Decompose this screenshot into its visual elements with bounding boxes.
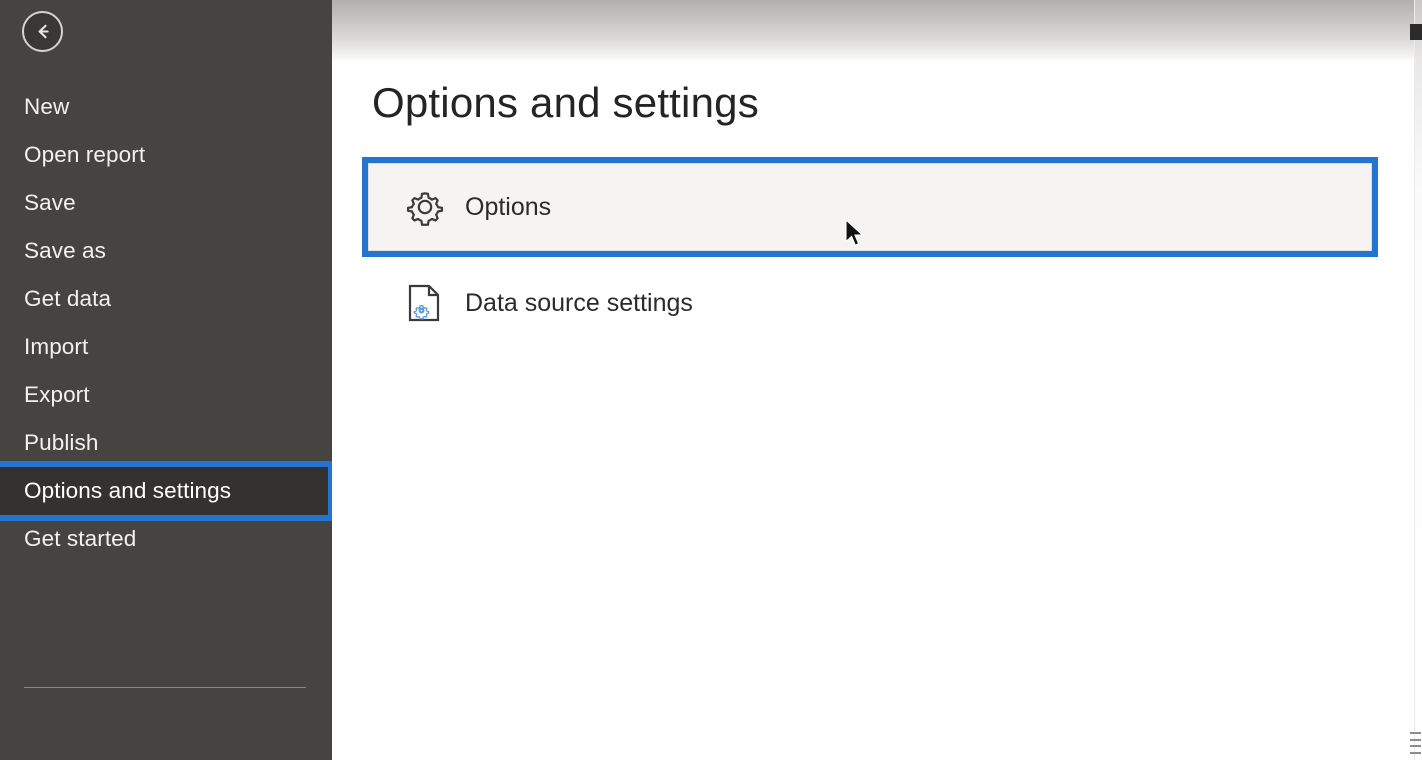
page-title: Options and settings bbox=[372, 79, 759, 126]
sidebar-item-label: Get data bbox=[24, 286, 112, 311]
sidebar-item-options-and-settings[interactable]: Options and settings bbox=[0, 461, 334, 521]
handle-line bbox=[1410, 751, 1421, 754]
sidebar-item-label: Publish bbox=[24, 430, 99, 455]
handle-line bbox=[1410, 745, 1421, 748]
options-row-label: Options bbox=[465, 192, 552, 221]
edge-marker bbox=[1410, 24, 1422, 40]
backstage-sidebar: New Open report Save Save as Get data Im… bbox=[0, 0, 334, 760]
options-row-wrapper: Options bbox=[362, 157, 1378, 257]
sidebar-item-label: Open report bbox=[24, 142, 146, 167]
document-gear-icon bbox=[398, 279, 452, 327]
sidebar-divider bbox=[24, 687, 306, 688]
sidebar-item-export[interactable]: Export bbox=[0, 371, 332, 419]
sidebar-item-open-report[interactable]: Open report bbox=[0, 131, 332, 179]
back-button[interactable] bbox=[22, 11, 63, 52]
sidebar-item-label: Save bbox=[24, 190, 76, 215]
sidebar-item-label: Options and settings bbox=[24, 478, 232, 503]
top-gradient-overlay bbox=[332, 0, 1422, 62]
sidebar-item-save-as[interactable]: Save as bbox=[0, 227, 332, 275]
sidebar-item-label: Import bbox=[24, 334, 89, 359]
sidebar-item-new[interactable]: New bbox=[0, 83, 332, 131]
gear-icon bbox=[398, 183, 452, 231]
resize-handle[interactable] bbox=[1410, 732, 1421, 754]
sidebar-item-save[interactable]: Save bbox=[0, 179, 332, 227]
handle-line bbox=[1410, 738, 1421, 741]
backstage-menu-list: New Open report Save Save as Get data Im… bbox=[0, 83, 334, 563]
sidebar-item-label: New bbox=[24, 94, 70, 119]
options-button[interactable]: Options bbox=[368, 163, 1372, 251]
handle-line bbox=[1410, 732, 1421, 734]
sidebar-item-label: Export bbox=[24, 382, 90, 407]
backstage-content-pane: Options and settings Options Data source… bbox=[332, 0, 1422, 760]
sidebar-item-get-started[interactable]: Get started bbox=[0, 515, 332, 563]
sidebar-item-label: Save as bbox=[24, 238, 106, 263]
sidebar-item-label: Get started bbox=[24, 526, 137, 551]
data-source-settings-row-label: Data source settings bbox=[465, 288, 693, 317]
data-source-settings-button[interactable]: Data source settings bbox=[368, 259, 1372, 347]
power-bi-backstage-window: New Open report Save Save as Get data Im… bbox=[0, 0, 1422, 760]
settings-options-list: Options Data source settings bbox=[362, 157, 1378, 347]
window-right-edge bbox=[1414, 0, 1422, 760]
sidebar-item-publish[interactable]: Publish bbox=[0, 419, 332, 467]
sidebar-item-get-data[interactable]: Get data bbox=[0, 275, 332, 323]
back-arrow-icon bbox=[31, 20, 54, 43]
sidebar-item-import[interactable]: Import bbox=[0, 323, 332, 371]
